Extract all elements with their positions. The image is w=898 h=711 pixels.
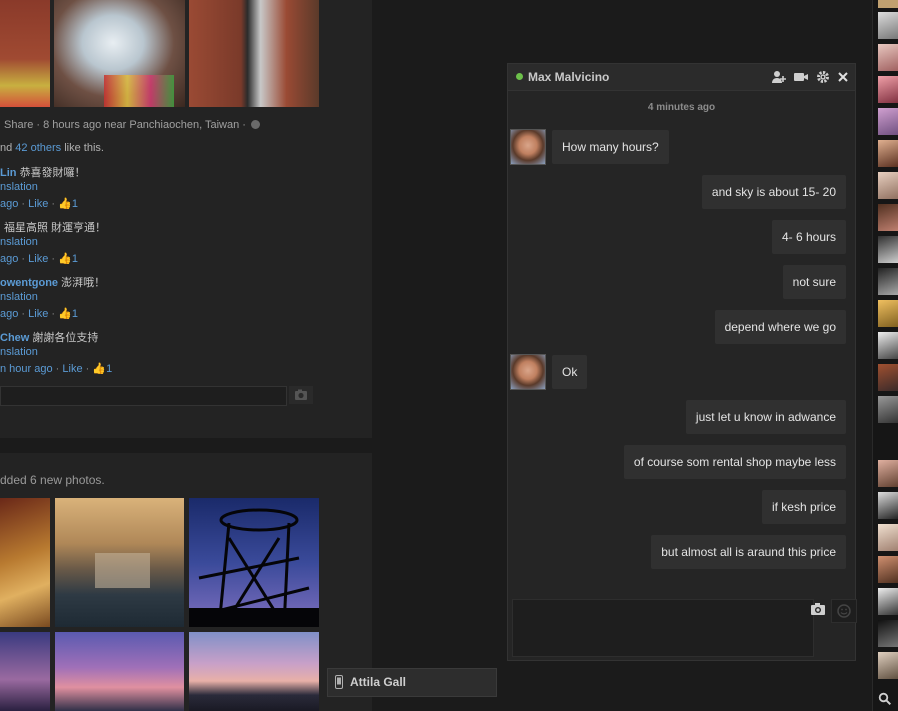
mobile-phone-icon (335, 675, 343, 692)
chat-message-input[interactable] (512, 599, 814, 657)
chat-timestamp: 4 minutes ago (647, 102, 716, 113)
comment-text: 福星高照 財運亨通！ (4, 222, 107, 234)
settings-gear-icon[interactable] (815, 69, 831, 85)
friend-avatar[interactable] (878, 588, 898, 615)
globe-icon (251, 120, 261, 129)
like-count[interactable]: 1 (72, 308, 78, 320)
post-photo-2[interactable] (54, 0, 185, 107)
chat-contact-name[interactable]: Max Malvicino (528, 70, 609, 84)
chat-window: Max Malvicino 4 minutes ago How many hou… (507, 63, 857, 661)
chat-message-sent: if kesh price (761, 490, 846, 524)
avatar[interactable] (510, 129, 546, 165)
like-link[interactable]: Like (28, 198, 48, 210)
likes-suffix: like this. (61, 142, 104, 154)
post-photo-9[interactable] (189, 632, 319, 711)
comment-author[interactable]: Chew (0, 332, 29, 344)
friend-avatar[interactable] (878, 332, 898, 359)
like-count[interactable]: 1 (72, 253, 78, 265)
video-call-icon[interactable] (793, 69, 809, 85)
chat-message-sent: 4- 6 hours (771, 220, 846, 254)
chat-message-sent: depend where we go (714, 310, 846, 344)
write-comment-input[interactable] (0, 386, 287, 406)
post-meta: Share · 8 hours ago near Panchiaochen, T… (4, 119, 246, 131)
online-status-icon (516, 73, 523, 80)
friend-avatar[interactable] (878, 108, 898, 135)
comment-time[interactable]: ago (0, 198, 18, 210)
friend-avatar[interactable] (878, 396, 898, 423)
chat-message-sent: not sure (782, 265, 846, 299)
avatar[interactable] (510, 354, 546, 390)
friend-avatar[interactable] (878, 364, 898, 391)
chat-tab-name: Attila Gall (350, 675, 407, 689)
comment-text: 謝謝各位支持 (32, 332, 99, 344)
see-translation-link[interactable]: nslation (0, 346, 38, 358)
camera-icon[interactable] (810, 602, 826, 616)
post-photo-6[interactable] (189, 498, 319, 627)
like-link[interactable]: Like (28, 308, 48, 320)
friend-avatar[interactable] (878, 236, 898, 263)
friend-avatar[interactable] (878, 524, 898, 551)
see-translation-link[interactable]: nslation (0, 236, 38, 248)
friend-avatar[interactable] (878, 652, 898, 679)
chat-header[interactable]: Max Malvicino (508, 64, 855, 91)
friend-avatar[interactable] (878, 140, 898, 167)
friend-avatar[interactable] (878, 76, 898, 103)
chat-tab-attila[interactable]: Attila Gall (327, 668, 497, 697)
feed-post-1: Share · 8 hours ago near Panchiaochen, T… (0, 0, 372, 438)
like-count[interactable]: 1 (106, 363, 112, 375)
thumbs-up-icon: 👍 (58, 308, 72, 320)
chat-message-sent: but almost all is araund this price (651, 535, 846, 569)
comment-time[interactable]: ago (0, 308, 18, 320)
comment-time[interactable]: n hour ago (0, 363, 53, 375)
post-photo-4[interactable] (0, 498, 50, 627)
close-icon[interactable] (835, 69, 851, 85)
friend-avatar[interactable] (878, 0, 898, 8)
friend-avatar[interactable] (878, 44, 898, 71)
post-photo-5[interactable] (55, 498, 184, 627)
post-photo-3[interactable] (189, 0, 319, 107)
like-link[interactable]: Like (28, 253, 48, 265)
likes-others-link[interactable]: 42 others (15, 142, 61, 154)
chat-message-sent: and sky is about 15- 20 (701, 175, 846, 209)
camera-icon[interactable] (289, 386, 313, 404)
see-translation-link[interactable]: nslation (0, 181, 38, 193)
thumbs-up-icon: 👍 (58, 253, 72, 265)
friend-avatar[interactable] (878, 12, 898, 39)
chat-message-sent: of course som rental shop maybe less (623, 445, 846, 479)
chat-message-received: Ok (552, 355, 588, 389)
friend-avatar[interactable] (878, 492, 898, 519)
post-text: dded 6 new photos. (0, 473, 105, 487)
comment-time[interactable]: ago (0, 253, 18, 265)
chat-message-sent: just let u know in adwance (685, 400, 846, 434)
friend-avatar[interactable] (878, 300, 898, 327)
post-photo-7[interactable] (0, 632, 50, 711)
add-friends-icon[interactable] (771, 69, 787, 85)
likes-prefix: nd (0, 142, 16, 154)
friend-avatar[interactable] (878, 268, 898, 295)
post-photo-8[interactable] (55, 632, 184, 711)
like-count[interactable]: 1 (72, 198, 78, 210)
friend-avatar[interactable] (878, 620, 898, 647)
feed-post-2: dded 6 new photos. (0, 453, 372, 711)
see-translation-link[interactable]: nslation (0, 291, 38, 303)
like-link[interactable]: Like (62, 363, 82, 375)
chat-sidebar (872, 0, 898, 711)
friend-avatar[interactable] (878, 204, 898, 231)
comment-author[interactable]: owentgone (0, 277, 58, 289)
search-icon[interactable] (878, 692, 892, 709)
emoticon-icon[interactable] (831, 599, 857, 623)
post-photo-1[interactable] (0, 0, 50, 107)
thumbs-up-icon: 👍 (58, 198, 72, 210)
chat-message-received: How many hours? (552, 130, 669, 164)
comment-text: 澎湃哦！ (61, 277, 106, 289)
comment-text: 恭喜發財囉！ (19, 167, 86, 179)
friend-avatar[interactable] (878, 172, 898, 199)
friend-avatar[interactable] (878, 556, 898, 583)
friend-avatar[interactable] (878, 460, 898, 487)
comment-author[interactable]: Lin (0, 167, 17, 179)
thumbs-up-icon: 👍 (92, 363, 107, 375)
